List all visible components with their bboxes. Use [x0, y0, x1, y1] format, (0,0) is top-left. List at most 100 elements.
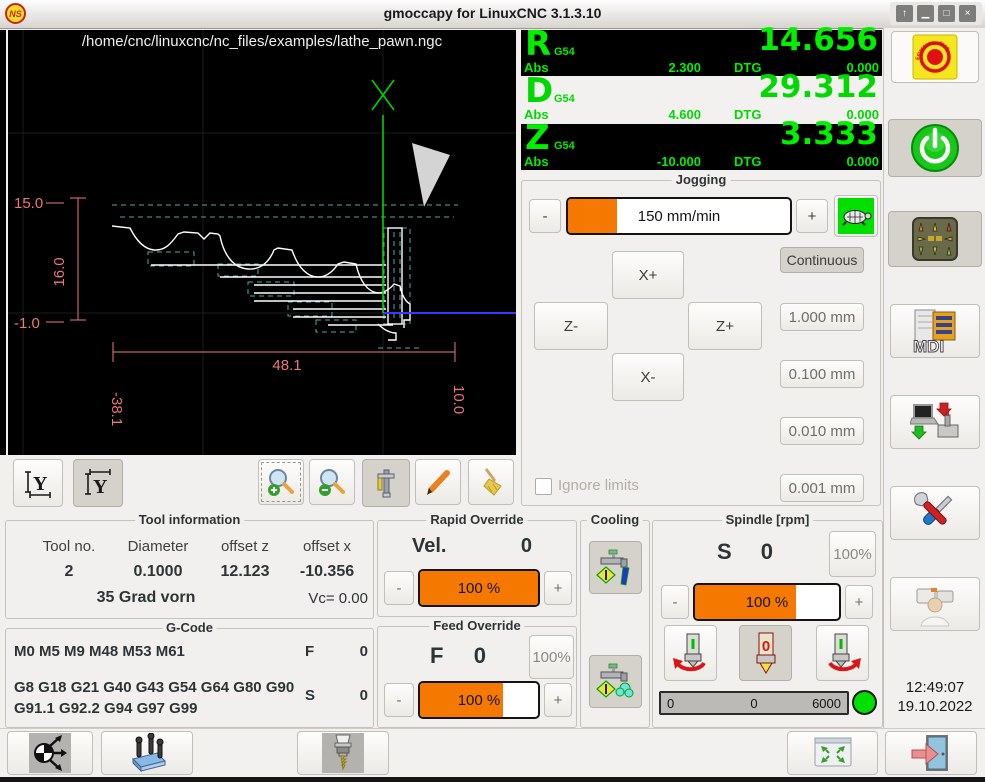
offset-z-value: 12.123 — [202, 563, 288, 581]
pencil-icon — [422, 466, 454, 498]
spindle-cw-icon — [822, 631, 864, 675]
spindle-decrease-button[interactable]: - — [661, 585, 689, 619]
feed-override-frame: Feed Override F 0 100% - 100 % + — [377, 626, 577, 728]
feed-label: F — [305, 643, 314, 660]
active-g-codes: G8 G18 G21 G40 G43 G54 G64 G80 G90 G91.1… — [14, 677, 304, 719]
dro-panel: R G54 14.656 Abs 2.300 DTG 0.000 D G54 2… — [521, 30, 882, 171]
vel-label: Vel. — [412, 535, 446, 558]
feed-override-title: Feed Override — [429, 618, 524, 633]
zoom-out-button[interactable] — [309, 459, 355, 505]
offset-x-value: -10.356 — [286, 563, 368, 581]
clear-plot-button[interactable] — [468, 459, 514, 505]
spindle-title: Spindle [rpm] — [722, 512, 814, 527]
tool-holder-icon — [322, 733, 364, 773]
spindle-increase-button[interactable]: + — [845, 585, 873, 619]
spindle-override-bar[interactable]: 100 % — [693, 583, 841, 621]
spindle-ccw-icon — [670, 631, 712, 675]
touch-plate-button[interactable] — [101, 731, 193, 775]
shade-button[interactable]: ↑ — [896, 5, 913, 22]
increment-001mm-button[interactable]: 0.010 mm — [780, 417, 864, 445]
flood-coolant-icon — [595, 547, 637, 589]
mist-coolant-icon — [595, 661, 637, 703]
spindle-s-label: S — [717, 539, 732, 565]
sidebar: Emergency-Stop — [883, 28, 985, 777]
spindle-left-button[interactable] — [664, 625, 717, 681]
cooling-title: Cooling — [587, 512, 643, 527]
tool-info-title: Tool information — [135, 512, 245, 527]
spindle-right-button[interactable] — [816, 625, 869, 681]
fullscreen-button[interactable] — [787, 731, 878, 775]
spindle-override-label: 100 % — [695, 585, 839, 619]
estop-button[interactable]: Emergency-Stop — [891, 31, 979, 83]
ignore-limits-checkbox[interactable] — [535, 478, 552, 495]
maximize-button[interactable]: □ — [938, 5, 955, 22]
gcode-preview-canvas[interactable]: /home/cnc/linuxcnc/nc_files/examples/lat… — [8, 30, 516, 455]
zoom-in-button[interactable] — [258, 459, 304, 505]
manual-mode-button[interactable] — [888, 211, 982, 267]
spindle-reset-button[interactable]: 100% — [829, 531, 876, 577]
spindle-stop-icon: 0 — [745, 631, 787, 675]
jog-x-minus-button[interactable]: X- — [612, 353, 684, 401]
flood-coolant-button[interactable] — [589, 541, 642, 594]
offset-x-header: offset x — [286, 538, 368, 555]
jog-mode-continuous-button[interactable]: Continuous — [780, 247, 864, 273]
rapid-decrease-button[interactable]: - — [384, 571, 414, 605]
dtg-toggle-button[interactable]: Y — [73, 459, 123, 507]
jog-x-plus-button[interactable]: X+ — [612, 251, 684, 299]
dro-row-z[interactable]: Z G54 3.333 Abs -10.000 DTG 0.000 — [521, 124, 882, 170]
edit-button[interactable] — [415, 459, 461, 505]
machine-on-button[interactable] — [888, 119, 982, 177]
jog-z-plus-button[interactable]: Z+ — [688, 302, 762, 350]
minimize-button[interactable]: ▁ — [917, 5, 934, 22]
dim-height-label: 15.0 — [14, 195, 43, 212]
axis-letter: R — [525, 24, 551, 64]
jog-speed-increase-button[interactable]: + — [796, 199, 828, 233]
clock: 12:49:07 19.10.2022 — [884, 678, 985, 716]
dimension-toggle-button[interactable]: Y — [13, 459, 63, 507]
user-tabs-button[interactable] — [890, 577, 980, 631]
abs-value: 2.300 — [601, 60, 701, 75]
coord-system: G54 — [554, 46, 575, 58]
spindle-stop-button[interactable]: 0 — [739, 625, 792, 681]
feed-override-bar[interactable]: 100 % — [418, 681, 540, 719]
rapid-increase-button[interactable]: + — [544, 571, 572, 605]
mdi-mode-button[interactable]: MDI — [890, 304, 980, 358]
spindle-at-speed-lamp — [852, 690, 877, 715]
abs-label: Abs — [524, 154, 549, 169]
tool-change-button[interactable] — [297, 731, 389, 775]
close-button[interactable]: × — [959, 5, 976, 22]
exit-button[interactable] — [885, 731, 977, 775]
feed-override-label: 100 % — [420, 683, 538, 717]
feed-value: 0 — [328, 643, 368, 660]
clock-time: 12:49:07 — [884, 678, 985, 697]
jog-z-minus-button[interactable]: Z- — [534, 302, 608, 350]
increment-0001mm-button[interactable]: 0.001 mm — [780, 474, 864, 502]
gcode-frame: G-Code M0 M5 M9 M48 M53 M61 F 0 G8 G18 G… — [5, 628, 374, 728]
touch-off-button[interactable] — [7, 731, 93, 775]
mist-coolant-button[interactable] — [589, 655, 642, 708]
dim-base-label: -1.0 — [14, 315, 40, 332]
dim-left-label: -38.1 — [108, 392, 125, 426]
rapid-override-bar[interactable]: 100 % — [418, 569, 540, 607]
feed-reset-button[interactable]: 100% — [529, 635, 574, 679]
tool-info-frame: Tool information Tool no. Diameter offse… — [5, 520, 374, 619]
active-m-codes: M0 M5 M9 M48 M53 M61 — [14, 643, 294, 660]
settings-button[interactable] — [890, 486, 980, 540]
increment-01mm-button[interactable]: 0.100 mm — [780, 360, 864, 388]
jog-speed-bar[interactable]: 150 mm/min — [566, 197, 792, 235]
gcode-preview[interactable]: /home/cnc/linuxcnc/nc_files/examples/lat… — [8, 30, 516, 455]
tool-no-value: 2 — [26, 563, 112, 581]
auto-mode-button[interactable] — [890, 395, 980, 449]
dim-right-label: 10.0 — [450, 385, 467, 414]
y-dtg-icon: Y — [82, 467, 114, 499]
jog-speed-decrease-button[interactable]: - — [529, 199, 561, 233]
rapid-override-frame: Rapid Override Vel. 0 - 100 % + — [377, 520, 577, 617]
turtle-jog-button[interactable] — [834, 195, 878, 237]
feed-decrease-button[interactable]: - — [384, 683, 414, 717]
tool-description: 35 Grad vorn — [46, 589, 246, 607]
increment-1mm-button[interactable]: 1.000 mm — [780, 303, 864, 331]
measure-button[interactable] — [362, 459, 410, 507]
feed-increase-button[interactable]: + — [544, 683, 572, 717]
vel-value: 0 — [488, 535, 532, 558]
tool-no-header: Tool no. — [26, 538, 112, 555]
